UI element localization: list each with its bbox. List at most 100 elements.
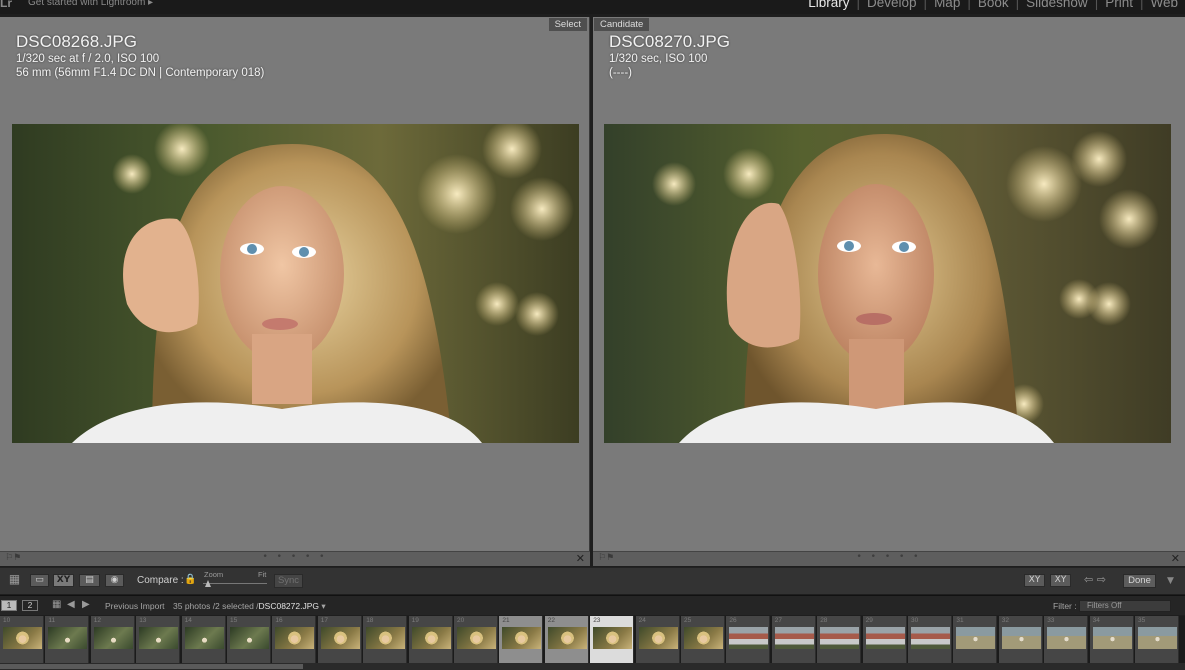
grid-view-icon[interactable]: ▦: [6, 573, 23, 587]
select-photo[interactable]: [12, 124, 579, 443]
select-pane-footer: ⚐⚑ • • • • • ✕: [0, 551, 590, 566]
filmstrip-thumbnail[interactable]: 27: [771, 616, 816, 663]
module-develop[interactable]: Develop: [860, 0, 924, 10]
filmstrip-thumbnail[interactable]: 31: [953, 616, 998, 663]
thumbnail-index: 18: [366, 617, 374, 624]
thumbnail-image: [638, 627, 678, 649]
candidate-tag: Candidate: [594, 18, 650, 31]
chevron-down-icon[interactable]: ▼: [1167, 576, 1174, 586]
thumbnail-image: [684, 627, 723, 649]
candidate-pane[interactable]: Candidate DSC08270.JPG 1/320 sec, ISO 10…: [593, 17, 1185, 551]
candidate-photo[interactable]: [604, 124, 1171, 443]
thumbnail-image: [457, 627, 496, 649]
select-pane[interactable]: Select DSC08268.JPG 1/320 sec at f / 2.0…: [0, 17, 590, 551]
flag-icon[interactable]: ⚐⚑: [598, 553, 614, 563]
main-screen-button[interactable]: 1: [1, 600, 17, 611]
module-library[interactable]: Library: [801, 0, 856, 10]
done-button[interactable]: Done: [1123, 574, 1156, 588]
thumbnail-image: [820, 627, 860, 649]
thumbnail-image: [139, 627, 179, 649]
toolbar: ▦ ▭ XY ▤ ◉ Compare : 🔒 Zoom Fit Sync XY …: [0, 567, 1185, 594]
filmstrip: 10 11 12 13 14 15 16 17 18 19 20 21 22 23 24 25 26 27 28 29…: [0, 616, 1185, 670]
filmstrip-thumbnail[interactable]: 18: [363, 616, 408, 663]
close-icon[interactable]: ✕: [576, 552, 585, 565]
filmstrip-thumbnail[interactable]: 34: [1089, 616, 1134, 663]
flag-icon[interactable]: ⚐⚑: [5, 553, 21, 563]
thumbnail-image: [1047, 627, 1087, 649]
star-rating-dots[interactable]: • • • • •: [857, 552, 922, 562]
star-rating-dots[interactable]: • • • • •: [263, 552, 328, 562]
module-print[interactable]: Print: [1098, 0, 1140, 10]
filmstrip-thumbnail[interactable]: 32: [998, 616, 1043, 663]
get-started-link[interactable]: Get started with Lightroom ▸: [28, 0, 153, 8]
thumbnail-index: 16: [275, 617, 283, 624]
filmstrip-thumbnail[interactable]: 15: [227, 616, 271, 663]
thumbnail-image: [320, 627, 360, 649]
compare-view-icon[interactable]: XY: [53, 574, 74, 587]
filmstrip-thumbnail[interactable]: 29: [862, 616, 907, 663]
candidate-lens: (----): [609, 67, 632, 79]
portrait-image: [12, 124, 579, 443]
filmstrip-thumbnail[interactable]: 12: [90, 616, 135, 663]
select-tag: Select: [548, 18, 587, 31]
filmstrip-thumbnail[interactable]: 21: [499, 616, 544, 663]
filmstrip-thumbnail[interactable]: 25: [681, 616, 725, 663]
candidate-pane-footer: ⚐⚑ • • • • • ✕: [593, 551, 1185, 566]
thumbnail-index: 23: [593, 617, 601, 624]
thumbnail-index: 14: [184, 617, 192, 624]
filter-select[interactable]: Filters Off: [1079, 600, 1171, 612]
source-label[interactable]: Previous Import: [105, 601, 165, 611]
thumbnail-index: 17: [320, 617, 329, 624]
secondary-screen-button[interactable]: 2: [22, 600, 38, 611]
photo-count[interactable]: 35 photos /2 selected /DSC08272.JPG ▾: [173, 601, 326, 612]
filmstrip-thumbnail[interactable]: 17: [317, 616, 362, 663]
thumbnail-index: 15: [230, 617, 238, 624]
filmstrip-thumbnail[interactable]: 35: [1135, 616, 1179, 663]
thumbnail-image: [3, 627, 42, 649]
filmstrip-thumbnail[interactable]: 20: [454, 616, 498, 663]
survey-view-icon[interactable]: ▤: [79, 574, 100, 587]
thumbnail-index: 27: [774, 617, 783, 624]
thumbnail-image: [502, 627, 542, 649]
filmstrip-thumbnail[interactable]: 19: [408, 616, 453, 663]
module-slideshow[interactable]: Slideshow: [1019, 0, 1095, 10]
filmstrip-thumbnail[interactable]: 14: [181, 616, 226, 663]
filmstrip-thumbnail[interactable]: 24: [635, 616, 680, 663]
module-web[interactable]: Web: [1143, 0, 1185, 10]
filmstrip-thumbnail[interactable]: 11: [45, 616, 90, 663]
filmstrip-thumbnail[interactable]: 26: [726, 616, 771, 663]
candidate-exposure: 1/320 sec, ISO 100: [609, 53, 708, 65]
thumbnail-image: [774, 627, 814, 649]
grid-icon[interactable]: ▦: [52, 599, 61, 610]
forward-arrow-icon[interactable]: ▶: [82, 599, 90, 610]
lock-icon[interactable]: 🔒: [184, 574, 196, 587]
filmstrip-scrollbar[interactable]: [0, 663, 1185, 670]
module-map[interactable]: Map: [927, 0, 967, 10]
module-book[interactable]: Book: [971, 0, 1016, 10]
back-arrow-icon[interactable]: ◀: [67, 599, 75, 610]
prev-next-arrows[interactable]: ⇦ ⇨: [1084, 573, 1106, 586]
select-exposure: 1/320 sec at f / 2.0, ISO 100: [16, 53, 160, 65]
scrollbar-thumb[interactable]: [0, 664, 303, 669]
module-picker: Library | Develop | Map | Book | Slideshow | …: [801, 0, 1185, 10]
candidate-filename: DSC08270.JPG: [609, 32, 730, 51]
close-icon[interactable]: ✕: [1171, 552, 1180, 565]
loupe-view-icon[interactable]: ▭: [30, 574, 49, 587]
thumbnail-image: [865, 627, 905, 649]
thumbnail-index: 20: [457, 617, 465, 624]
people-view-icon[interactable]: ◉: [105, 574, 124, 587]
filmstrip-thumbnail[interactable]: 10: [0, 616, 44, 663]
filmstrip-thumbnail[interactable]: 30: [908, 616, 952, 663]
filmstrip-thumbnail[interactable]: 13: [136, 616, 181, 663]
thumbnail-index: 22: [547, 617, 556, 624]
filmstrip-thumbnail[interactable]: 33: [1044, 616, 1089, 663]
filmstrip-thumbnail[interactable]: 16: [272, 616, 317, 663]
thumbnail-index: 32: [1001, 617, 1010, 624]
make-select-button[interactable]: XY: [1050, 574, 1071, 587]
filmstrip-thumbnail[interactable]: 22: [544, 616, 589, 663]
filmstrip-thumbnail[interactable]: 28: [817, 616, 862, 663]
sync-button[interactable]: Sync: [274, 574, 303, 588]
filmstrip-thumbnail[interactable]: 23: [590, 616, 635, 663]
zoom-slider[interactable]: [203, 583, 267, 584]
swap-xy-button[interactable]: XY: [1024, 574, 1045, 587]
